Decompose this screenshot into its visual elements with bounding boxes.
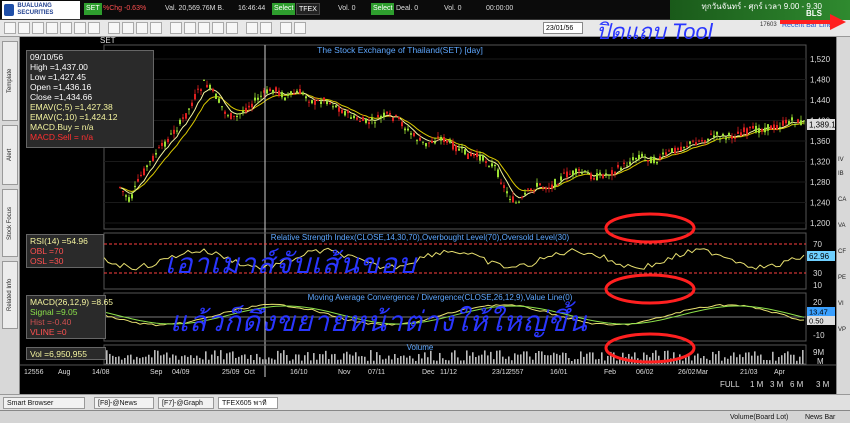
- annotation-ellipse-2: [604, 273, 696, 305]
- annotation-close-tool: ปิดแถบ Tool: [596, 19, 713, 44]
- annotation-ellipse-1: [604, 212, 696, 244]
- annotation-overlay: [604, 14, 846, 364]
- annotation-ellipse-3: [604, 332, 696, 364]
- annotation-instruction-2: แล้วก็ดึงขยายหน้าต่างให้ใหญ่ขึ้น: [170, 306, 588, 337]
- annotation-instruction-1: เอาเมาส์จับเส้นขอบ: [165, 248, 417, 279]
- annotation-arrow-head-icon: [830, 14, 846, 30]
